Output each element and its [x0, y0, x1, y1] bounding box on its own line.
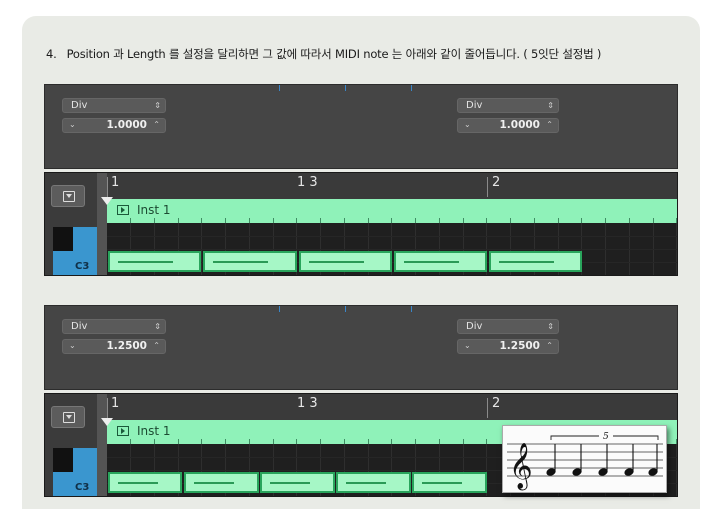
updown-arrows-icon: ⇕	[547, 322, 554, 331]
collapse-icon	[63, 412, 75, 423]
bar-line	[107, 177, 108, 197]
chevron-up-icon[interactable]: ⌃	[546, 120, 553, 129]
key-label: C3	[75, 482, 90, 493]
midi-note[interactable]	[394, 251, 487, 272]
midi-region-header[interactable]: Inst 1	[107, 199, 677, 223]
updown-arrows-icon: ⇕	[154, 322, 161, 331]
chevron-up-icon[interactable]: ⌃	[153, 341, 160, 350]
dropdown-label: Div	[466, 100, 483, 111]
region-name: Inst 1	[137, 203, 171, 217]
piano-key-black[interactable]	[53, 227, 73, 251]
position-value-field[interactable]: ⌄ 1.0000 ⌃	[62, 118, 166, 133]
panel-tick	[411, 306, 412, 312]
position-dropdown[interactable]: Div ⇕	[62, 319, 166, 334]
panel-tick	[411, 85, 412, 91]
panel-tick	[345, 85, 346, 91]
dropdown-label: Div	[466, 321, 483, 332]
ruler-mark: 1	[111, 175, 120, 190]
length-value: 1.0000	[499, 119, 540, 131]
midi-note[interactable]	[108, 472, 182, 493]
step-number: 4.	[46, 47, 57, 61]
quantize-panel-1: Div ⇕ ⌄ 1.0000 ⌃ Div ⇕ ⌄ 1.0000 ⌃	[44, 84, 678, 169]
treble-clef-icon: 𝄞	[509, 443, 533, 491]
collapse-button[interactable]	[51, 185, 85, 207]
updown-arrows-icon: ⇕	[154, 101, 161, 110]
play-icon	[117, 205, 129, 215]
midi-note[interactable]	[412, 472, 487, 493]
bar-line	[487, 177, 488, 197]
length-value-field[interactable]: ⌄ 1.2500 ⌃	[457, 339, 559, 354]
note-grid[interactable]	[107, 223, 677, 275]
step-text: Position 과 Length 를 설정을 달리하면 그 값에 따라서 MI…	[66, 47, 602, 61]
bar-line	[107, 398, 108, 418]
track-divider	[97, 394, 107, 496]
ruler-mark: 1 3	[297, 175, 318, 190]
bar-line	[487, 398, 488, 418]
play-icon	[117, 426, 129, 436]
ruler-mark: 2	[492, 396, 501, 411]
panel-tick	[279, 306, 280, 312]
chevron-down-icon[interactable]: ⌄	[69, 120, 76, 129]
score-notation: 𝄞 5	[502, 425, 667, 493]
dropdown-label: Div	[71, 321, 88, 332]
piano-roll-1: C3 1 1 3 2 Inst 1	[44, 172, 678, 276]
updown-arrows-icon: ⇕	[547, 101, 554, 110]
length-dropdown[interactable]: Div ⇕	[457, 319, 559, 334]
chevron-up-icon[interactable]: ⌃	[546, 341, 553, 350]
chevron-up-icon[interactable]: ⌃	[153, 120, 160, 129]
quantize-panel-2: Div ⇕ ⌄ 1.2500 ⌃ Div ⇕ ⌄ 1.2500 ⌃	[44, 305, 678, 390]
position-value: 1.0000	[106, 119, 147, 131]
position-value: 1.2500	[106, 340, 147, 352]
midi-note[interactable]	[489, 251, 582, 272]
midi-note[interactable]	[299, 251, 392, 272]
instruction-heading: 4. Position 과 Length 를 설정을 달리하면 그 값에 따라서 …	[46, 46, 601, 62]
midi-note[interactable]	[336, 472, 411, 493]
position-value-field[interactable]: ⌄ 1.2500 ⌃	[62, 339, 166, 354]
region-name: Inst 1	[137, 424, 171, 438]
ruler-mark: 2	[492, 175, 501, 190]
midi-note[interactable]	[108, 251, 201, 272]
length-value: 1.2500	[499, 340, 540, 352]
panel-tick	[279, 85, 280, 91]
chevron-down-icon[interactable]: ⌄	[464, 120, 471, 129]
track-divider	[97, 173, 107, 275]
position-dropdown[interactable]: Div ⇕	[62, 98, 166, 113]
staff-svg: 𝄞 5	[507, 432, 663, 491]
midi-note[interactable]	[260, 472, 335, 493]
piano-key-black[interactable]	[53, 448, 73, 472]
track-header: C3	[45, 394, 97, 496]
key-label: C3	[75, 261, 90, 272]
length-dropdown[interactable]: Div ⇕	[457, 98, 559, 113]
midi-note[interactable]	[184, 472, 259, 493]
collapse-icon	[63, 191, 75, 202]
ruler[interactable]: 1 1 3 2	[107, 173, 677, 200]
track-header: C3	[45, 173, 97, 275]
playhead-icon[interactable]	[101, 197, 113, 205]
length-value-field[interactable]: ⌄ 1.0000 ⌃	[457, 118, 559, 133]
ruler-mark: 1	[111, 396, 120, 411]
panel-tick	[345, 306, 346, 312]
ruler[interactable]: 1 1 3 2	[107, 394, 677, 421]
tuplet-label: 5	[603, 432, 609, 442]
dropdown-label: Div	[71, 100, 88, 111]
ruler-mark: 1 3	[297, 396, 318, 411]
playhead-icon[interactable]	[101, 418, 113, 426]
chevron-down-icon[interactable]: ⌄	[464, 341, 471, 350]
midi-note[interactable]	[203, 251, 297, 272]
collapse-button[interactable]	[51, 406, 85, 428]
chevron-down-icon[interactable]: ⌄	[69, 341, 76, 350]
